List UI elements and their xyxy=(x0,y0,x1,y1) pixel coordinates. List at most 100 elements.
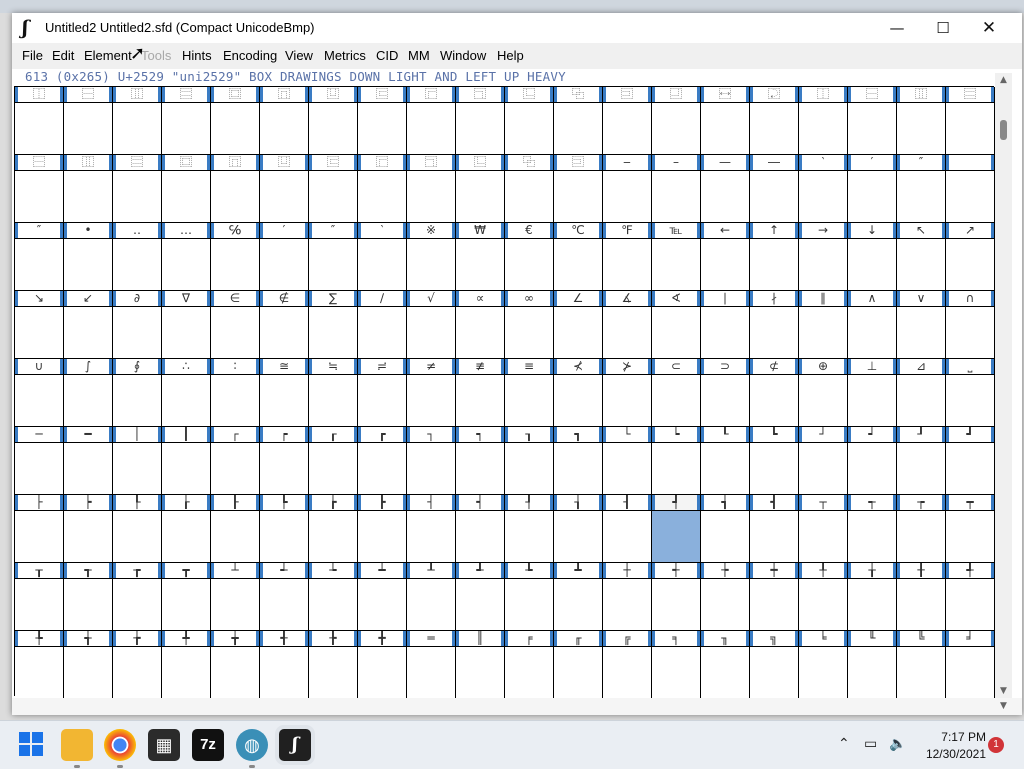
glyph-cell[interactable]: ┟ xyxy=(162,495,211,563)
glyph-box[interactable] xyxy=(211,647,259,698)
glyph-box[interactable] xyxy=(554,239,602,290)
glyph-cell[interactable]: ┯ xyxy=(946,495,995,563)
glyph-box[interactable] xyxy=(358,307,406,358)
glyph-box[interactable] xyxy=(358,579,406,630)
glyph-cell[interactable]: ┑ xyxy=(456,427,505,495)
glyph-box[interactable] xyxy=(309,103,357,154)
glyph-cell[interactable]: ∪ xyxy=(15,359,64,427)
glyph-box[interactable] xyxy=(554,307,602,358)
minimize-button[interactable]: — xyxy=(874,13,920,43)
glyph-box[interactable] xyxy=(407,171,455,222)
menu-hints[interactable]: Hints xyxy=(182,48,212,63)
glyph-cell[interactable]: ┫ xyxy=(750,495,799,563)
glyph-box[interactable] xyxy=(505,511,553,562)
glyph-box[interactable] xyxy=(113,103,161,154)
glyph-cell[interactable]: ‵ xyxy=(358,223,407,291)
glyph-cell[interactable]: ∥ xyxy=(799,291,848,359)
glyph-box[interactable] xyxy=(799,579,847,630)
glyph-box[interactable] xyxy=(652,511,700,562)
maximize-button[interactable]: ☐ xyxy=(920,13,966,43)
glyph-cell[interactable]: ∮ xyxy=(113,359,162,427)
glyph-box[interactable] xyxy=(848,375,896,426)
glyph-box[interactable] xyxy=(946,239,994,290)
glyph-box[interactable] xyxy=(64,239,112,290)
glyph-box[interactable] xyxy=(113,647,161,698)
glyph-cell[interactable]: ┼ xyxy=(603,563,652,631)
glyph-box[interactable] xyxy=(897,103,945,154)
glyph-box[interactable] xyxy=(407,103,455,154)
glyph-box[interactable] xyxy=(701,103,749,154)
glyph-cell[interactable]: — xyxy=(701,155,750,223)
glyph-cell[interactable]: ⿿ xyxy=(750,87,799,155)
glyph-box[interactable] xyxy=(162,443,210,494)
clock-date[interactable]: 12/30/2021 xyxy=(916,747,986,761)
glyph-cell[interactable]: ╇ xyxy=(162,631,211,699)
glyph-box[interactable] xyxy=(64,307,112,358)
glyph-box[interactable] xyxy=(750,239,798,290)
glyph-box[interactable] xyxy=(897,647,945,698)
glyph-cell[interactable]: ℡ xyxy=(652,223,701,291)
start-icon[interactable] xyxy=(16,729,48,761)
glyph-cell[interactable]: ├ xyxy=(15,495,64,563)
glyph-cell[interactable]: ┛ xyxy=(946,427,995,495)
glyph-box[interactable] xyxy=(946,307,994,358)
glyph-box[interactable] xyxy=(554,103,602,154)
glyph-cell[interactable]: ⿰ xyxy=(15,87,64,155)
glyph-box[interactable] xyxy=(897,579,945,630)
glyph-box[interactable] xyxy=(848,239,896,290)
menu-element[interactable]: Element xyxy=(84,48,132,63)
glyph-cell[interactable]: ╀ xyxy=(799,563,848,631)
glyph-box[interactable] xyxy=(358,647,406,698)
glyph-cell[interactable]: ⿱ xyxy=(15,155,64,223)
glyph-cell[interactable]: ┶ xyxy=(309,563,358,631)
glyph-cell[interactable]: ┠ xyxy=(211,495,260,563)
title-bar[interactable]: ʃ Untitled2 Untitled2.sfd (Compact Unico… xyxy=(12,13,1022,43)
glyph-cell[interactable]: ║ xyxy=(456,631,505,699)
glyph-box[interactable] xyxy=(897,375,945,426)
glyph-cell[interactable]: ″ xyxy=(15,223,64,291)
glyph-cell[interactable]: ┚ xyxy=(897,427,946,495)
glyph-cell[interactable]: │ xyxy=(113,427,162,495)
glyph-cell[interactable]: ∕ xyxy=(358,291,407,359)
glyph-cell[interactable]: ∞ xyxy=(505,291,554,359)
glyph-box[interactable] xyxy=(113,171,161,222)
glyph-cell[interactable]: ∈ xyxy=(211,291,260,359)
volume-icon[interactable]: 🔈 xyxy=(889,735,906,752)
glyph-cell[interactable]: ‒ xyxy=(603,155,652,223)
glyph-box[interactable] xyxy=(211,579,259,630)
menu-edit[interactable]: Edit xyxy=(52,48,74,63)
glyph-box[interactable] xyxy=(260,443,308,494)
glyph-box[interactable] xyxy=(113,579,161,630)
glyph-box[interactable] xyxy=(162,375,210,426)
glyph-box[interactable] xyxy=(15,443,63,494)
menu-help[interactable]: Help xyxy=(497,48,524,63)
glyph-cell[interactable]: ⿺ xyxy=(505,87,554,155)
glyph-cell[interactable]: ↑ xyxy=(750,223,799,291)
menu-metrics[interactable]: Metrics xyxy=(324,48,366,63)
glyph-cell[interactable]: ₩ xyxy=(456,223,505,291)
glyph-cell[interactable]: ┻ xyxy=(554,563,603,631)
glyph-box[interactable] xyxy=(358,103,406,154)
glyph-box[interactable] xyxy=(358,171,406,222)
glyph-box[interactable] xyxy=(15,239,63,290)
glyph-box[interactable] xyxy=(407,307,455,358)
glyph-box[interactable] xyxy=(407,239,455,290)
glyph-box[interactable] xyxy=(64,647,112,698)
glyph-box[interactable] xyxy=(358,375,406,426)
glyph-box[interactable] xyxy=(15,647,63,698)
glyph-cell[interactable]: ┢ xyxy=(309,495,358,563)
glyph-box[interactable] xyxy=(603,579,651,630)
glyph-box[interactable] xyxy=(799,375,847,426)
glyph-box[interactable] xyxy=(260,511,308,562)
glyph-box[interactable] xyxy=(750,103,798,154)
glyph-cell[interactable]: ≓ xyxy=(358,359,407,427)
glyph-box[interactable] xyxy=(505,307,553,358)
glyph-box[interactable] xyxy=(456,103,504,154)
glyph-box[interactable] xyxy=(260,307,308,358)
resize-grip-icon[interactable]: ▼ xyxy=(995,698,1012,715)
glyph-cell[interactable]: ┮ xyxy=(897,495,946,563)
glyph-box[interactable] xyxy=(162,239,210,290)
glyph-box[interactable] xyxy=(505,375,553,426)
glyph-cell[interactable]: ⿶ xyxy=(260,155,309,223)
glyph-cell[interactable]: ╃ xyxy=(946,563,995,631)
